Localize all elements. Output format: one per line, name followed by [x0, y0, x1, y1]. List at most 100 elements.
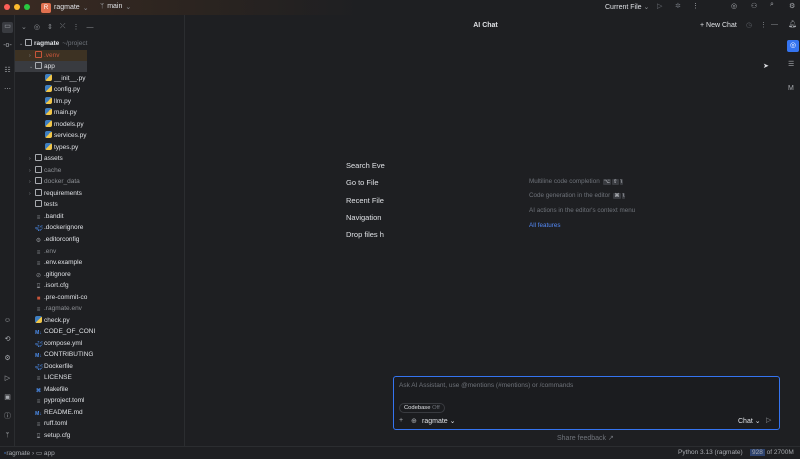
run-icon[interactable]: ▷ [657, 2, 662, 10]
markdown-icon[interactable]: M [788, 85, 794, 92]
run-config-selector[interactable]: Current File ⌄ [605, 3, 649, 11]
tree-item-label: CONTRIBUTING [44, 351, 94, 359]
tree-item[interactable]: › .venv [15, 49, 87, 61]
tree-item-label: services.py [54, 132, 87, 140]
globe-icon[interactable]: ⊕ [411, 417, 417, 425]
status-bar: ▫ragmate › ▭ app Python 3.13 (ragmate) 9… [0, 446, 800, 459]
expand-all-icon[interactable]: ⇕ [47, 23, 53, 31]
chat-input[interactable]: Ask AI Assistant, use @mentions (#mentio… [399, 382, 573, 389]
tree-item[interactable]: config.py [15, 84, 80, 95]
more-icon[interactable]: ⋮ [692, 2, 699, 10]
mode-selector[interactable]: Chat ⌄ [738, 417, 761, 425]
share-feedback-link[interactable]: Share feedback ↗ [557, 434, 614, 442]
project-folder-icon[interactable]: ▭ [2, 22, 13, 33]
project-name: ragmate [54, 4, 80, 11]
tree-item[interactable]: __init__.py [15, 73, 85, 84]
minimize-panel-icon[interactable]: — [771, 21, 778, 28]
run-tool-icon[interactable]: ▷ [3, 374, 12, 383]
py-icon [45, 119, 52, 127]
chevron-down-icon[interactable]: ⌄ [21, 23, 27, 31]
tree-item[interactable]: services.py [15, 130, 87, 141]
tree-item[interactable]: ≡ .ragmate.env [15, 303, 82, 314]
codebase-toggle[interactable]: Codebase Off [399, 403, 445, 413]
tree-item[interactable]: ⌘ Makefile [15, 384, 68, 395]
add-user-icon[interactable]: ⚇ [751, 2, 757, 10]
more-tools-icon[interactable]: ⋯ [3, 85, 12, 94]
debug-icon[interactable]: ✲ [675, 2, 681, 10]
ai-chat-tool-icon[interactable]: ◎ [787, 40, 799, 52]
ai-feature-item: Code generation in the editor ⌘ \ [529, 192, 635, 206]
terminal-icon[interactable]: ▣ [3, 393, 12, 402]
tree-item-label: config.py [54, 86, 81, 94]
tree-item[interactable]: › requirements [15, 188, 82, 199]
tree-item[interactable]: ≡ ruff.toml [15, 418, 68, 429]
run-config-label: Current File [605, 4, 642, 11]
tree-item[interactable]: 🐳︎Dockerfile [15, 361, 73, 372]
project-switcher[interactable]: R ragmate ⌄ [41, 2, 89, 13]
tree-item[interactable]: › docker_data [15, 176, 80, 187]
all-features-link[interactable]: All features [529, 222, 561, 229]
branch-switcher[interactable]: ᛘ main ⌄ [100, 3, 131, 11]
tree-item[interactable]: ⌄ ragmate ~/project [15, 38, 87, 49]
notifications-icon[interactable]: 🔔︎ [788, 20, 797, 28]
branch-name: main [107, 3, 123, 10]
tree-item[interactable]: M↓ README.md [15, 407, 83, 418]
tree-item[interactable]: main.py [15, 107, 77, 118]
breadcrumb[interactable]: ▫ragmate › ▭ app [4, 449, 55, 457]
memory-indicator[interactable]: 928 of 2700M [750, 447, 794, 459]
tree-item[interactable]: ≡ pyproject.toml [15, 395, 85, 406]
ai-assistant-icon[interactable]: ◎ [731, 2, 737, 10]
tree-item[interactable]: tests [15, 199, 58, 210]
options-icon[interactable]: ⋮ [72, 23, 79, 31]
tree-item[interactable]: 🐳︎compose.yml [15, 338, 82, 349]
chat-options-icon[interactable]: ⋮ [760, 21, 767, 29]
maximize-window-button[interactable] [24, 4, 30, 10]
tree-item[interactable]: 🐳︎.dockerignore [15, 222, 83, 233]
search-icon[interactable]: ⌕ [770, 1, 774, 9]
services-icon[interactable]: ⚙ [3, 354, 12, 363]
tree-item[interactable]: types.py [15, 142, 78, 153]
tree-item[interactable]: › cache [15, 165, 61, 176]
git-icon[interactable]: ᛘ [3, 431, 12, 440]
settings-icon[interactable]: ⚙ [789, 2, 795, 10]
new-chat-button[interactable]: + New Chat [700, 22, 737, 29]
context-selector[interactable]: ragmate ⌄ [422, 417, 456, 425]
tree-item[interactable]: ⊘ .gitignore [15, 269, 71, 280]
history-icon[interactable]: ◷ [746, 21, 752, 29]
welcome-shortcut: Search Eve [346, 161, 385, 170]
tree-item[interactable]: ≡ .bandit [15, 211, 64, 222]
send-icon[interactable]: ▷ [766, 416, 771, 424]
locate-icon[interactable]: ◎ [34, 23, 40, 31]
database-icon[interactable]: ☰ [788, 60, 794, 68]
collapse-all-icon[interactable]: ⤫ [60, 23, 66, 31]
tree-item[interactable]: models.py [15, 119, 84, 130]
minimize-window-button[interactable] [14, 4, 20, 10]
tree-item[interactable]: M↓ CONTRIBUTING [15, 349, 93, 360]
interpreter-selector[interactable]: Python 3.13 (ragmate) [678, 449, 743, 456]
gear-icon: ⚙ [35, 238, 42, 244]
tree-item[interactable]: M↓ CODE_OF_CONI [15, 326, 95, 337]
ai-assistant-side-icon[interactable]: ☺ [3, 316, 12, 325]
problems-icon[interactable]: ⓘ [3, 412, 12, 421]
chat-input-box[interactable]: Ask AI Assistant, use @mentions (#mentio… [393, 376, 780, 430]
close-window-button[interactable] [4, 4, 10, 10]
tree-item[interactable]: ■ .pre-commit-co [15, 292, 88, 303]
docker-icon: 🐳︎ [35, 364, 43, 371]
tree-item[interactable]: llm.py [15, 96, 71, 107]
tree-item[interactable]: › assets [15, 153, 63, 164]
tree-item[interactable]: ⚙ .editorconfig [15, 234, 80, 245]
commit-icon[interactable]: -o- [3, 41, 12, 50]
tree-item[interactable]: ⌄ app [15, 61, 87, 73]
add-context-icon[interactable]: + [399, 417, 403, 424]
tree-item-label: .env.example [44, 259, 83, 267]
folder-icon [25, 39, 32, 46]
tree-item[interactable]: check.py [15, 315, 70, 326]
tree-item[interactable]: ≡ LICENSE [15, 372, 72, 383]
tree-item[interactable]: ⌛︎ setup.cfg [15, 430, 71, 441]
tree-item[interactable]: ≡ .env [15, 246, 57, 257]
tree-item[interactable]: ≡ .env.example [15, 257, 82, 268]
tree-item[interactable]: ⌛︎ .isort.cfg [15, 280, 69, 291]
python-console-icon[interactable]: ⟲ [3, 335, 12, 344]
structure-icon[interactable]: ☷ [3, 66, 12, 75]
hide-icon[interactable]: — [86, 24, 93, 31]
